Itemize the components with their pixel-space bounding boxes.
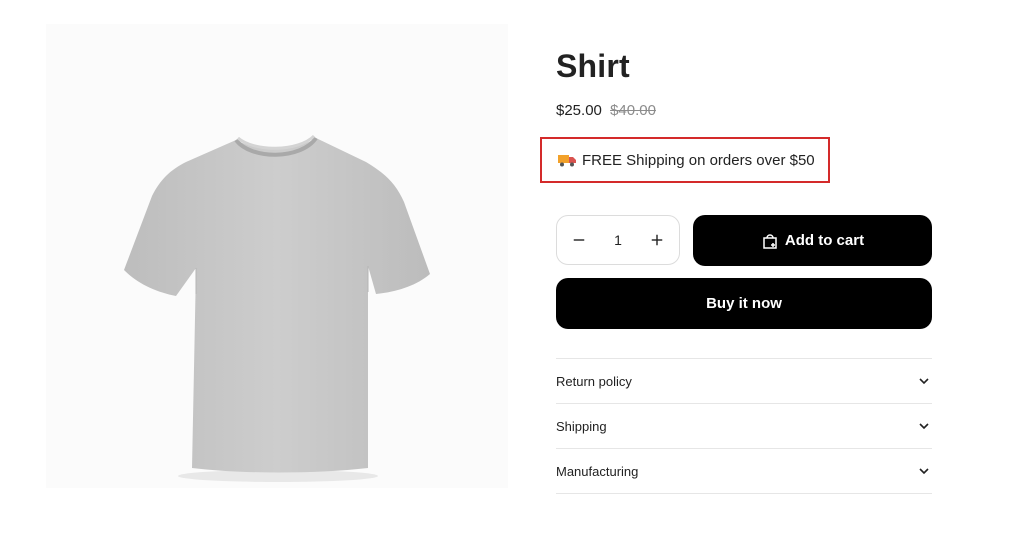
plus-icon bbox=[651, 234, 663, 246]
price-row: $25.00 $40.00 bbox=[556, 101, 656, 121]
quantity-input[interactable]: 1 bbox=[598, 232, 638, 248]
shopping-bag-icon bbox=[763, 233, 777, 249]
increase-quantity-button[interactable] bbox=[649, 232, 665, 248]
minus-icon bbox=[573, 239, 585, 241]
accordion-item-label: Manufacturing bbox=[556, 463, 639, 479]
compare-at-price: $40.00 bbox=[610, 102, 656, 119]
accordion-item-shipping[interactable]: Shipping bbox=[556, 404, 932, 449]
add-to-cart-label: Add to cart bbox=[784, 232, 865, 249]
sale-price: $25.00 bbox=[556, 102, 602, 119]
chevron-down-icon bbox=[919, 468, 929, 475]
buy-now-label: Buy it now bbox=[706, 295, 782, 312]
decrease-quantity-button[interactable] bbox=[571, 232, 587, 248]
accordion-item-manufacturing[interactable]: Manufacturing bbox=[556, 449, 932, 494]
shipping-notice-text: FREE Shipping on orders over $50 bbox=[582, 151, 815, 169]
product-title: Shirt bbox=[556, 48, 630, 84]
product-image[interactable] bbox=[46, 24, 508, 488]
product-accordion: Return policy Shipping Manufacturing bbox=[556, 358, 932, 494]
add-to-cart-button[interactable]: Add to cart bbox=[693, 215, 932, 266]
buy-now-button[interactable]: Buy it now bbox=[556, 278, 932, 329]
accordion-item-label: Shipping bbox=[556, 418, 607, 434]
accordion-item-return-policy[interactable]: Return policy bbox=[556, 359, 932, 404]
chevron-down-icon bbox=[919, 378, 929, 385]
quantity-stepper: 1 bbox=[556, 215, 680, 265]
chevron-down-icon bbox=[919, 423, 929, 430]
tshirt-image bbox=[124, 134, 430, 482]
truck-icon bbox=[558, 155, 576, 167]
free-shipping-banner: FREE Shipping on orders over $50 bbox=[540, 137, 830, 183]
accordion-item-label: Return policy bbox=[556, 373, 632, 389]
